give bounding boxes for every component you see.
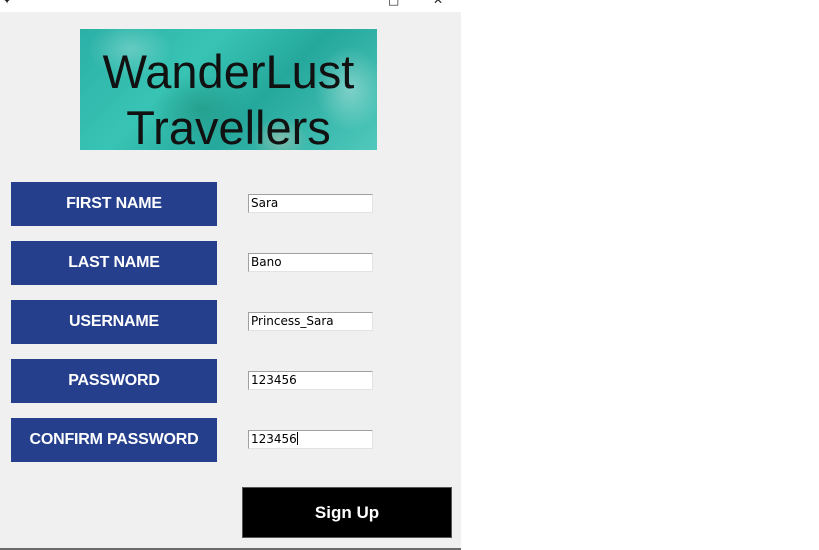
first-name-label: FIRST NAME xyxy=(11,182,217,226)
last-name-field[interactable]: Bano xyxy=(248,253,373,272)
app-icon: ✦ xyxy=(2,0,13,7)
banner-title-line1: WanderLust xyxy=(102,45,355,98)
text-caret xyxy=(296,432,298,445)
confirm-password-label: CONFIRM PASSWORD xyxy=(11,418,217,462)
confirm-password-value: 123456 xyxy=(251,432,297,446)
last-name-label: LAST NAME xyxy=(11,241,217,285)
banner-title-line2: Travellers xyxy=(126,101,331,151)
brand-banner: WanderLust Travellers xyxy=(80,29,377,150)
sign-up-button[interactable]: Sign Up xyxy=(242,487,452,538)
confirm-password-field[interactable]: 123456 xyxy=(248,430,373,449)
username-field[interactable]: Princess_Sara xyxy=(248,312,373,331)
first-name-field[interactable]: Sara xyxy=(248,194,373,213)
password-label: PASSWORD xyxy=(11,359,217,403)
username-label: USERNAME xyxy=(11,300,217,344)
close-icon[interactable]: ✕ xyxy=(433,0,443,6)
maximize-icon[interactable]: □ xyxy=(388,0,399,6)
password-field[interactable]: 123456 xyxy=(248,371,373,390)
window-titlebar: ✦ □ ✕ xyxy=(0,0,461,12)
